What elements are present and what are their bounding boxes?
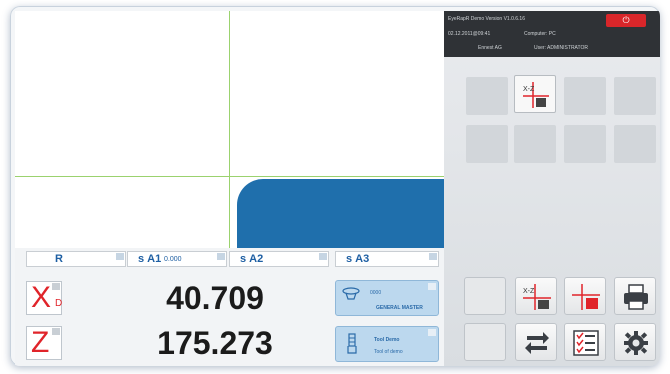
checklist-button[interactable] [564,323,606,361]
computer-name: Computer: PC [524,31,556,37]
readout-x-value: 40.709 [166,280,264,316]
svg-text:X-Z: X-Z [523,86,535,93]
axis-header-r[interactable]: R [26,251,126,267]
camera-viewport[interactable] [15,11,444,248]
crosshair-button[interactable] [564,277,606,315]
expand-icon [428,283,436,290]
expand-icon [429,253,437,260]
power-icon: ⏻ [622,15,630,25]
holder-id: 0000 [370,290,382,296]
blank-button-1[interactable] [464,277,506,315]
transfer-button[interactable] [515,323,557,361]
axis-x-label: X [31,281,52,314]
expand-icon [52,283,60,290]
right-panel: EyeRapR Demo Version V1.0.6.16 02.12.201… [444,11,660,366]
grid-slot-4[interactable] [614,77,656,115]
gear-icon [624,331,648,355]
grid-slot-5[interactable] [466,125,508,163]
xz-view-button[interactable]: X-Z [515,277,557,315]
axis-z-button[interactable]: Z [26,326,62,360]
tool-card[interactable]: Tool Demo Tool of demo [335,326,439,362]
grid-slot-1[interactable] [466,77,508,115]
axis-header-a1[interactable]: ѕ A1 0.000 [127,251,227,267]
tool-silhouette [237,179,444,248]
status-bar: EyeRapR Demo Version V1.0.6.16 02.12.201… [444,11,660,57]
checklist-icon [573,330,599,356]
tool-icon [347,333,357,354]
settings-button[interactable] [614,323,656,361]
blank-button-2[interactable] [464,323,506,361]
xz-view-icon: X-Z [523,284,551,310]
axis-x-button[interactable]: X D [26,281,62,315]
svg-text:X-Z: X-Z [523,288,535,295]
crosshair-vertical [229,11,230,248]
holder-card[interactable]: 0000 GENERAL MASTER [335,280,439,316]
crosshair-icon [572,284,600,310]
readout-panel: R ѕ A1 0.000 ѕ A2 ѕ A3 X D 40.709 Z 175.… [15,248,444,366]
expand-icon [52,328,60,335]
power-button[interactable]: ⏻ [606,14,646,27]
user-name: User: ADMINISTRATOR [534,45,588,51]
app-window: EyeRapR Demo Version V1.0.6.16 02.12.201… [10,6,660,366]
grid-slot-3[interactable] [564,77,606,115]
expand-icon [116,253,124,260]
axis-header-a3[interactable]: ѕ A3 [335,251,439,267]
datetime: 02.12.2011@09:41 [448,31,491,37]
holder-icon [342,287,360,300]
print-icon [624,284,648,310]
axis-header-a2[interactable]: ѕ A2 [229,251,329,267]
expand-icon [319,253,327,260]
transfer-icon [525,332,549,354]
xz-view-icon: X-Z [523,82,549,108]
readout-z-value: 175.273 [157,325,273,361]
tool-description: Tool of demo [374,349,403,355]
grid-slot-6[interactable] [514,125,556,163]
grid-slot-7[interactable] [564,125,606,163]
app-version: EyeRapR Demo Version V1.0.6.16 [448,16,525,22]
print-button[interactable] [614,277,656,315]
expand-icon [428,329,436,336]
tool-name: Tool Demo [374,337,400,343]
grid-slot-xz-view[interactable]: X-Z [514,75,556,113]
expand-icon [217,253,225,260]
grid-slot-8[interactable] [614,125,656,163]
axis-z-label: Z [31,326,50,359]
axis-x-subscript: D [55,298,63,309]
holder-name: GENERAL MASTER [376,305,423,311]
company-name: Ennest AG [478,45,502,51]
crosshair-horizontal [15,176,444,177]
